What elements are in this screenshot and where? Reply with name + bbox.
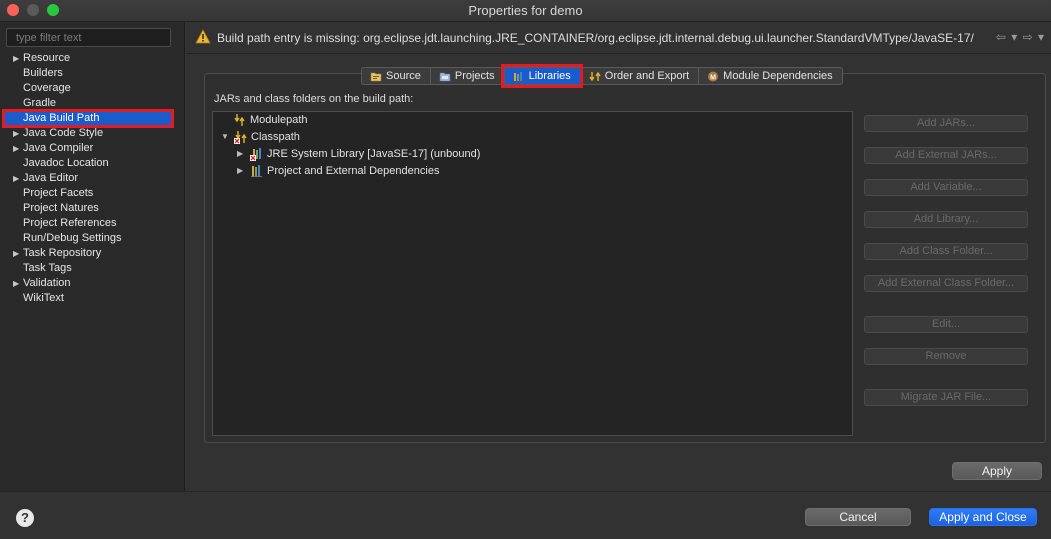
property-page-content: Build path entry is missing: org.eclipse…: [186, 22, 1051, 491]
edit-button[interactable]: Edit...: [864, 316, 1028, 333]
expand-arrow-icon[interactable]: ▶: [13, 141, 19, 156]
tree-node-modulepath[interactable]: Modulepath: [233, 112, 308, 128]
expand-arrow-icon[interactable]: ▶: [13, 246, 19, 261]
window-title: Properties for demo: [468, 3, 583, 18]
apply-and-close-button[interactable]: Apply and Close: [929, 508, 1037, 526]
add-variable-button[interactable]: Add Variable...: [864, 179, 1028, 196]
sidebar-item-run-debug-settings[interactable]: Run/Debug Settings: [4, 231, 172, 246]
sidebar-item-project-references[interactable]: Project References: [4, 216, 172, 231]
message-bar: Build path entry is missing: org.eclipse…: [186, 22, 1051, 54]
property-page-sidebar: ▶Resource Builders Coverage Gradle Java …: [0, 22, 185, 491]
sidebar-item-gradle[interactable]: Gradle: [4, 96, 172, 111]
add-external-jars-button[interactable]: Add External JARs...: [864, 147, 1028, 164]
tree-node-classpath[interactable]: ▼ Classpath: [221, 129, 300, 145]
build-path-tree[interactable]: Modulepath ▼ Classpath ▶ JRE System Libr…: [212, 111, 853, 436]
sidebar-item-task-repository[interactable]: ▶ Task Repository: [4, 246, 172, 261]
sidebar-item-resource[interactable]: ▶ Resource: [4, 51, 172, 66]
modulepath-icon: [234, 114, 245, 126]
history-nav-buttons[interactable]: ⇦ ▾ ⇨ ▾: [996, 30, 1045, 44]
sidebar-item-builders[interactable]: Builders: [4, 66, 172, 81]
collapse-arrow-icon[interactable]: ▼: [221, 129, 231, 145]
add-library-button[interactable]: Add Library...: [864, 211, 1028, 228]
module-icon: M: [708, 71, 719, 81]
tab-order-and-export[interactable]: Order and Export: [579, 67, 699, 85]
libraries-icon: [512, 71, 524, 82]
expand-arrow-icon[interactable]: ▶: [13, 276, 19, 291]
order-export-icon: [589, 71, 601, 81]
tab-source[interactable]: Source: [361, 67, 430, 85]
expand-arrow-icon[interactable]: ▶: [237, 163, 247, 179]
expand-arrow-icon[interactable]: ▶: [13, 51, 19, 66]
dialog-footer: ? Cancel Apply and Close: [0, 491, 1051, 539]
filter-input[interactable]: [6, 28, 171, 47]
tree-node-jre-system-library[interactable]: ▶ JRE System Library [JavaSE-17] (unboun…: [237, 146, 480, 162]
sidebar-item-java-code-style[interactable]: ▶ Java Code Style: [4, 126, 172, 141]
build-path-caption: JARs and class folders on the build path…: [214, 93, 414, 105]
sidebar-item-java-build-path[interactable]: Java Build Path: [2, 109, 174, 128]
sidebar-item-javadoc-location[interactable]: Javadoc Location: [4, 156, 172, 171]
classpath-error-icon: [234, 131, 247, 144]
cancel-button[interactable]: Cancel: [805, 508, 911, 526]
sidebar-item-task-tags[interactable]: Task Tags: [4, 261, 172, 276]
migrate-jar-button[interactable]: Migrate JAR File...: [864, 389, 1028, 406]
sidebar-item-java-editor[interactable]: ▶ Java Editor: [4, 171, 172, 186]
projects-icon: [439, 72, 451, 81]
property-page-tree: ▶ Resource Builders Coverage Gradle Java …: [2, 51, 174, 306]
warning-icon: [195, 29, 211, 44]
add-external-class-folder-button[interactable]: Add External Class Folder...: [864, 275, 1028, 292]
library-icon: [251, 165, 262, 177]
sidebar-item-wikitext[interactable]: WikiText: [4, 291, 172, 306]
tab-libraries[interactable]: Libraries: [500, 64, 583, 88]
source-folder-icon: [370, 72, 382, 81]
expand-arrow-icon[interactable]: ▶: [237, 146, 247, 162]
tree-node-project-dependencies[interactable]: ▶ Project and External Dependencies: [237, 163, 439, 179]
sidebar-item-validation[interactable]: ▶ Validation: [4, 276, 172, 291]
apply-button[interactable]: Apply: [952, 462, 1042, 480]
tab-projects[interactable]: Projects: [429, 67, 504, 85]
expand-arrow-icon[interactable]: ▶: [13, 171, 19, 186]
build-path-error-message: Build path entry is missing: org.eclipse…: [217, 31, 974, 45]
sidebar-item-coverage[interactable]: Coverage: [4, 81, 172, 96]
build-path-tabs: Source Projects Libraries Order and Expo…: [361, 64, 843, 88]
sidebar-item-java-compiler[interactable]: ▶ Java Compiler: [4, 141, 172, 156]
expand-arrow-icon[interactable]: ▶: [13, 126, 19, 141]
remove-button[interactable]: Remove: [864, 348, 1028, 365]
add-jars-button[interactable]: Add JARs...: [864, 115, 1028, 132]
tab-module-dependencies[interactable]: M Module Dependencies: [698, 67, 843, 85]
svg-text:M: M: [710, 74, 716, 81]
sidebar-item-project-natures[interactable]: Project Natures: [4, 201, 172, 216]
help-icon[interactable]: ?: [16, 509, 34, 527]
sidebar-item-project-facets[interactable]: Project Facets: [4, 186, 172, 201]
title-bar: Properties for demo: [0, 0, 1051, 22]
add-class-folder-button[interactable]: Add Class Folder...: [864, 243, 1028, 260]
library-error-icon: [250, 148, 261, 161]
